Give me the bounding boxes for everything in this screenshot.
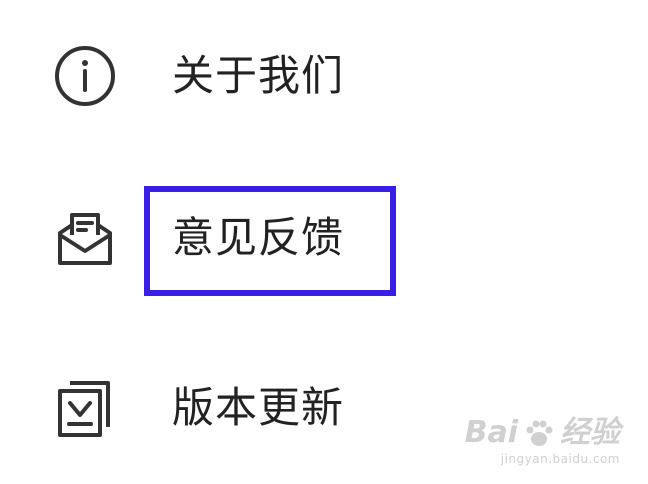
menu-item-label: 关于我们: [172, 51, 345, 100]
settings-menu: 关于我们 意见反馈 版本更新: [0, 0, 648, 484]
paw-icon: [522, 416, 556, 450]
menu-item-about-us[interactable]: 关于我们: [0, 26, 460, 126]
watermark-url: jingyan.baidu.com: [500, 452, 620, 466]
envelope-feedback-icon: [52, 205, 118, 271]
menu-item-version-update[interactable]: 版本更新: [0, 358, 460, 458]
watermark-brand-suffix: 经验: [560, 415, 620, 450]
menu-item-label: 意见反馈: [172, 213, 345, 262]
baidu-jingyan-watermark: Bai 经验 jingyan.baidu.com: [465, 416, 620, 467]
menu-item-label: 版本更新: [172, 383, 345, 432]
download-update-icon: [52, 375, 118, 441]
watermark-brand: Bai: [464, 415, 518, 450]
menu-item-feedback[interactable]: 意见反馈: [0, 188, 460, 288]
watermark-logo: Bai 经验: [465, 416, 620, 450]
info-circle-icon: [52, 43, 118, 109]
